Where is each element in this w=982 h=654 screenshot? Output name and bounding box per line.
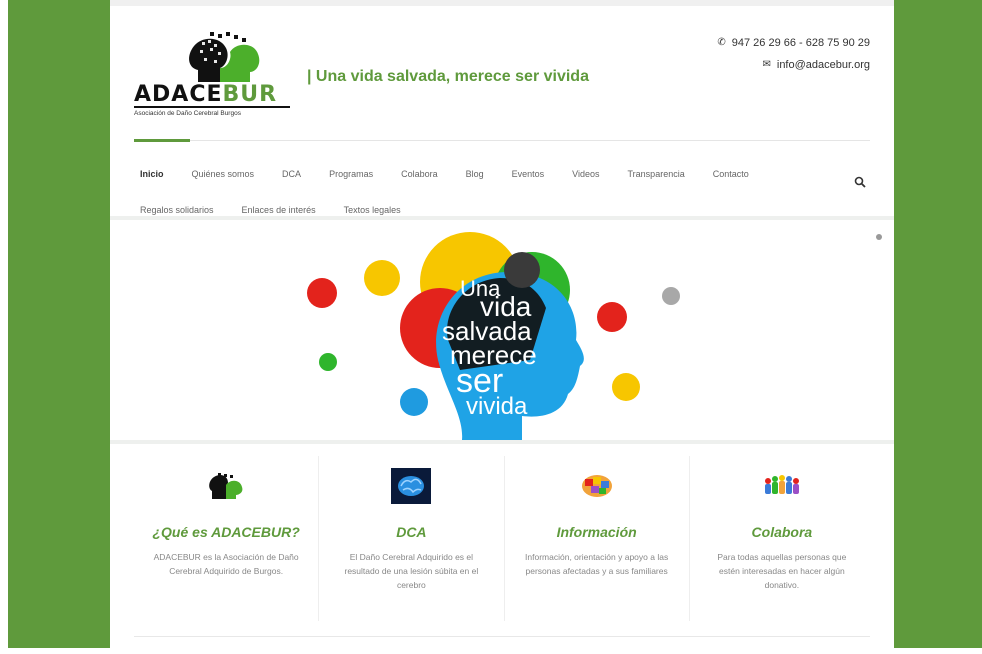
nav-item-regalos-solidarios[interactable]: Regalos solidarios <box>140 205 214 215</box>
feature-text: ADACEBUR es la Asociación de Daño Cerebr… <box>153 552 299 576</box>
heads-logo-icon <box>134 466 318 506</box>
nav-item-inicio[interactable]: Inicio <box>140 169 164 179</box>
feature-colabora[interactable]: Colabora Para todas aquellas personas qu… <box>688 456 874 621</box>
envelope-icon: ✉ <box>762 59 771 70</box>
dot-blue-left <box>400 388 428 416</box>
dot-red-left <box>307 278 337 308</box>
features-row: ¿Qué es ADACEBUR? ADACEBUR es la Asociac… <box>134 456 874 621</box>
feature-title[interactable]: ¿Qué es ADACEBUR? <box>134 524 318 540</box>
feature-title[interactable]: DCA <box>319 524 503 540</box>
nav-item-transparencia[interactable]: Transparencia <box>628 169 685 179</box>
feature-title[interactable]: Información <box>505 524 689 540</box>
hero-word-vivida: vivida <box>466 393 528 420</box>
banner-bottom-border <box>110 440 894 444</box>
nav-item-blog[interactable]: Blog <box>466 169 484 179</box>
dot-green-small <box>319 353 337 371</box>
bubble-dark <box>504 252 540 288</box>
dot-yellow-right <box>612 373 640 401</box>
left-frame <box>0 0 110 648</box>
search-icon[interactable] <box>854 176 866 191</box>
nav-item-programas[interactable]: Programas <box>329 169 373 179</box>
logo-wordmark: ADACEBUR <box>134 82 278 107</box>
email-row[interactable]: ✉ info@adacebur.org <box>717 54 870 76</box>
feature-dca[interactable]: DCA El Daño Cerebral Adquirido es el res… <box>318 456 503 621</box>
phone-row: ✆ 947 26 29 66 - 628 75 90 29 <box>717 32 870 54</box>
nav-item-textos-legales[interactable]: Textos legales <box>344 205 401 215</box>
brain-icon <box>319 466 503 506</box>
feature-que-es[interactable]: ¿Qué es ADACEBUR? ADACEBUR es la Asociac… <box>134 456 318 621</box>
logo-subtitle: Asociación de Daño Cerebral Burgos <box>134 110 241 117</box>
left-edge <box>0 0 8 648</box>
hero-banner: Una vida salvada merece ser vivida <box>110 220 894 440</box>
feature-text: Para todas aquellas personas que estén i… <box>717 552 847 590</box>
nav-item-colabora[interactable]: Colabora <box>401 169 438 179</box>
nav-active-indicator <box>134 139 190 142</box>
email-link[interactable]: info@adacebur.org <box>777 56 870 74</box>
logo-underline <box>134 106 290 108</box>
nav-item-quienes-somos[interactable]: Quiénes somos <box>192 169 255 179</box>
contact-info: ✆ 947 26 29 66 - 628 75 90 29 ✉ info@ada… <box>717 32 870 76</box>
dot-red-right <box>597 302 627 332</box>
nav-item-enlaces-de-interes[interactable]: Enlaces de interés <box>242 205 316 215</box>
slider-dot[interactable] <box>876 234 882 240</box>
site-logo[interactable]: ADACEBUR Asociación de Daño Cerebral Bur… <box>134 32 294 122</box>
brain-puzzle-icon <box>505 466 689 506</box>
feature-title[interactable]: Colabora <box>690 524 874 540</box>
nav-item-dca[interactable]: DCA <box>282 169 301 179</box>
page: ADACEBUR Asociación de Daño Cerebral Bur… <box>110 0 894 654</box>
site-tagline: | Una vida salvada, merece ser vivida <box>307 68 589 85</box>
feature-informacion[interactable]: Información Información, orientación y a… <box>503 456 689 621</box>
nav-item-videos[interactable]: Videos <box>572 169 599 179</box>
hero-illustration: Una vida salvada merece ser vivida <box>307 232 680 440</box>
nav-item-contacto[interactable]: Contacto <box>713 169 749 179</box>
right-frame <box>894 0 982 648</box>
feature-text: El Daño Cerebral Adquirido es el resulta… <box>344 552 479 590</box>
heads-logo-icon <box>189 32 260 82</box>
dot-yellow-left <box>364 260 400 296</box>
people-group-icon <box>690 466 874 506</box>
phone-numbers: 947 26 29 66 - 628 75 90 29 <box>731 37 870 49</box>
content-divider <box>134 636 870 637</box>
phone-icon: ✆ <box>717 37 726 48</box>
nav-item-eventos[interactable]: Eventos <box>512 169 545 179</box>
feature-text: Información, orientación y apoyo a las p… <box>525 552 669 576</box>
nav-divider <box>134 140 870 141</box>
nav-row-1: Inicio Quiénes somos DCA Programas Colab… <box>140 156 840 192</box>
dot-grey-right <box>662 287 680 305</box>
